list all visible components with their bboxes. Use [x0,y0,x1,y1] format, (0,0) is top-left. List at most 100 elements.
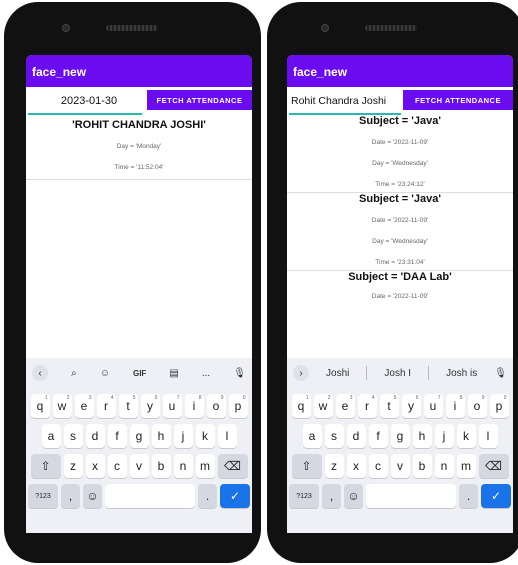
key-i[interactable]: i8 [445,394,465,418]
key-n[interactable]: n [434,454,454,478]
key-y[interactable]: y6 [401,394,421,418]
key-d[interactable]: d [85,424,105,448]
fetch-attendance-button[interactable]: FETCH ATTENDANCE [147,90,252,110]
key-i[interactable]: i8 [184,394,204,418]
app-bar-title: face_new [287,55,513,87]
key-q[interactable]: q1 [30,394,50,418]
search-icon[interactable]: ⌕ [71,368,77,379]
key-x[interactable]: x [346,454,366,478]
key-p[interactable]: p0 [228,394,248,418]
backspace-icon[interactable]: ⌫ [217,454,248,478]
key-z[interactable]: z [324,454,344,478]
key-k[interactable]: k [195,424,215,448]
name-input[interactable]: Rohit Chandra Joshi [287,91,405,115]
symbols-key[interactable]: ?123 [289,484,319,508]
chevron-right-icon[interactable]: › [293,365,309,381]
keyboard-row-3: ⇧ z x c v b n m ⌫ [26,454,252,478]
key-s[interactable]: s [63,424,83,448]
key-t[interactable]: t5 [379,394,399,418]
subject-value: Subject = 'DAA Lab' [348,271,452,283]
space-key[interactable] [105,484,195,508]
day-value: Day = 'Monday' [116,143,162,150]
emoji-icon[interactable]: ☺ [83,484,102,508]
shift-icon[interactable]: ⇧ [291,454,322,478]
right-phone-frame: face_new Rohit Chandra Joshi FETCH ATTEN… [267,2,518,563]
key-w[interactable]: w2 [52,394,72,418]
gif-button[interactable]: GIF [133,369,146,378]
key-f[interactable]: f [107,424,127,448]
fetch-attendance-button[interactable]: FETCH ATTENDANCE [403,90,513,110]
key-a[interactable]: a [302,424,322,448]
key-e[interactable]: e3 [74,394,94,418]
key-k[interactable]: k [456,424,476,448]
keyboard-toolbar: ‹ ⌕ ☺ GIF ▤ ... 🎙 [26,358,252,388]
key-x[interactable]: x [85,454,105,478]
day-value: Day = 'Wednesday' [372,160,428,167]
key-g[interactable]: g [390,424,410,448]
key-r[interactable]: r4 [96,394,116,418]
keyboard-row-1: q1 w2 e3 r4 t5 y6 u7 i8 o9 p0 [26,394,252,418]
soft-keyboard: ‹ ⌕ ☺ GIF ▤ ... 🎙 q1 w2 e3 r4 t5 y6 u7 i… [26,358,252,533]
period-key[interactable]: . [198,484,217,508]
key-d[interactable]: d [346,424,366,448]
key-r[interactable]: r4 [357,394,377,418]
key-b[interactable]: b [412,454,432,478]
backspace-icon[interactable]: ⌫ [478,454,509,478]
key-u[interactable]: u7 [162,394,182,418]
key-o[interactable]: o9 [206,394,226,418]
left-screen: face_new 2023-01-30 FETCH ATTENDANCE 'RO… [26,55,252,533]
key-o[interactable]: o9 [467,394,487,418]
more-icon[interactable]: ... [202,368,210,379]
key-l[interactable]: l [478,424,498,448]
input-row: 2023-01-30 FETCH ATTENDANCE [26,87,252,115]
key-v[interactable]: v [129,454,149,478]
emoji-icon[interactable]: ☺ [344,484,363,508]
checkmark-icon[interactable]: ✓ [220,484,250,508]
key-c[interactable]: c [107,454,127,478]
key-m[interactable]: m [195,454,215,478]
comma-key[interactable]: , [322,484,341,508]
key-s[interactable]: s [324,424,344,448]
key-e[interactable]: e3 [335,394,355,418]
key-l[interactable]: l [217,424,237,448]
result-card: 'ROHIT CHANDRA JOSHI' Day = 'Monday' Tim… [26,119,252,180]
key-j[interactable]: j [434,424,454,448]
period-key[interactable]: . [459,484,478,508]
key-y[interactable]: y6 [140,394,160,418]
key-m[interactable]: m [456,454,476,478]
key-u[interactable]: u7 [423,394,443,418]
shift-icon[interactable]: ⇧ [30,454,61,478]
clipboard-icon[interactable]: ▤ [169,368,178,379]
mic-icon[interactable]: 🎙 [233,368,246,379]
suggestion-item[interactable]: Joshi [326,368,349,379]
suggestion-item[interactable]: Josh I [384,368,411,379]
comma-key[interactable]: , [61,484,80,508]
key-z[interactable]: z [63,454,83,478]
key-t[interactable]: t5 [118,394,138,418]
key-n[interactable]: n [173,454,193,478]
key-f[interactable]: f [368,424,388,448]
date-value: Date = '2022-11-09' [371,139,429,146]
key-a[interactable]: a [41,424,61,448]
mic-icon[interactable]: 🎙 [494,368,507,379]
list-item: Subject = 'Java' Date = '2022-11-09' Day… [287,115,513,193]
key-g[interactable]: g [129,424,149,448]
symbols-key[interactable]: ?123 [28,484,58,508]
earpiece-speaker [106,25,158,31]
chevron-left-icon[interactable]: ‹ [32,365,48,381]
suggestion-item[interactable]: Josh is [446,368,477,379]
key-q[interactable]: q1 [291,394,311,418]
key-p[interactable]: p0 [489,394,509,418]
key-w[interactable]: w2 [313,394,333,418]
day-value: Day = 'Wednesday' [372,238,428,245]
key-v[interactable]: v [390,454,410,478]
checkmark-icon[interactable]: ✓ [481,484,511,508]
date-input[interactable]: 2023-01-30 [26,91,146,115]
key-h[interactable]: h [412,424,432,448]
space-key[interactable] [366,484,456,508]
key-h[interactable]: h [151,424,171,448]
sticker-icon[interactable]: ☺ [100,368,110,379]
key-c[interactable]: c [368,454,388,478]
key-b[interactable]: b [151,454,171,478]
key-j[interactable]: j [173,424,193,448]
